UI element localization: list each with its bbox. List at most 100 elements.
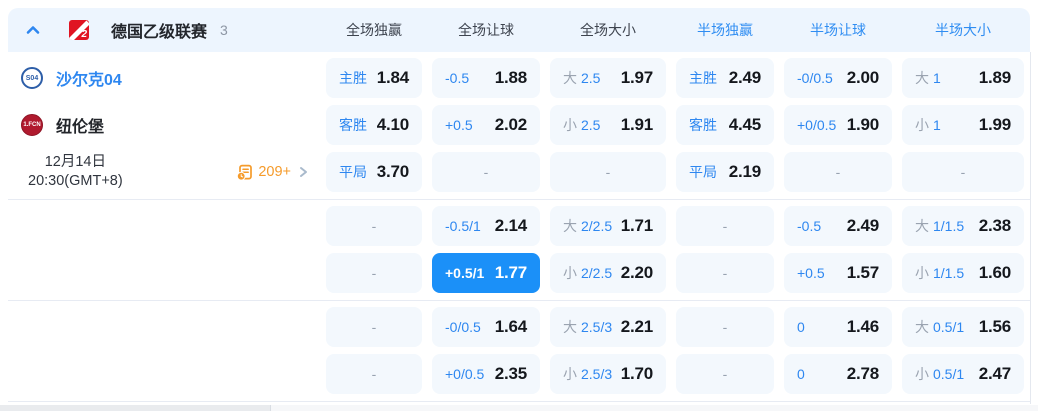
odds-value: 2.38: [978, 216, 1011, 235]
odds-group: - -0.5/1 2.14 大 2/2.5 1.71- -0.5 2.49 大 1/1.5 2.38…: [8, 200, 1030, 300]
away-team-name[interactable]: 纽伦堡: [56, 113, 104, 137]
odds-value: 2.49: [728, 68, 761, 87]
odds-cell[interactable]: 0 2.78: [784, 354, 892, 394]
odds-cell[interactable]: -0.5 1.88: [432, 58, 540, 98]
odds-value: 2.20: [620, 263, 653, 282]
odds-cell[interactable]: 大 1 1.89: [902, 58, 1024, 98]
odds-cell[interactable]: -0/0.5 1.64: [432, 307, 540, 347]
odds-value: 1.77: [494, 263, 527, 282]
odds-cell[interactable]: -0.5/1 2.14: [432, 206, 540, 246]
odds-value: 1.71: [620, 216, 653, 235]
odds-value: 1.97: [620, 68, 653, 87]
odds-value: 1.60: [978, 263, 1011, 282]
odds-label: 平局: [339, 164, 367, 180]
odds-label: 平局: [689, 164, 717, 180]
odds-cell[interactable]: 大 2/2.5 1.71: [550, 206, 666, 246]
match-datetime: 12月14日 20:30(GMT+8): [28, 153, 123, 191]
odds-value: 2.21: [620, 317, 653, 336]
match-info-cell: [8, 206, 316, 246]
odds-label: 客胜: [339, 117, 367, 133]
odds-label: +0.5/1: [445, 265, 485, 281]
odds-value: 1.90: [846, 115, 879, 134]
odds-cell[interactable]: -0.5 2.49: [784, 206, 892, 246]
column-header-full-handicap: 全场让球: [458, 22, 514, 38]
over-under-prefix: 小: [563, 117, 577, 133]
column-header-half-1x2: 半场独赢: [697, 22, 753, 38]
odds-cell[interactable]: 主胜 1.84: [326, 58, 422, 98]
odds-cell: -: [676, 354, 774, 394]
odds-cell[interactable]: 大 2.5 1.97: [550, 58, 666, 98]
over-under-prefix: 大: [563, 218, 577, 234]
odds-placeholder: -: [722, 319, 728, 335]
over-under-prefix: 大: [915, 70, 929, 86]
odds-cell[interactable]: 小 2.5 1.91: [550, 105, 666, 145]
odds-cell[interactable]: 客胜 4.10: [326, 105, 422, 145]
odds-placeholder: -: [722, 366, 728, 382]
odds-cell[interactable]: 平局 3.70: [326, 152, 422, 192]
odds-cell[interactable]: +0/0.5 2.35: [432, 354, 540, 394]
collapse-button[interactable]: [21, 18, 45, 42]
odds-value: 4.10: [376, 115, 409, 134]
over-under-prefix: 小: [915, 117, 929, 133]
odds-value: 1.89: [978, 68, 1011, 87]
odds-cell[interactable]: 小 1/1.5 1.60: [902, 253, 1024, 293]
match-info-cell: 12月14日 20:30(GMT+8) 209+: [8, 152, 316, 192]
odds-value: 2.78: [846, 364, 879, 383]
odds-placeholder: -: [722, 265, 728, 281]
odds-cell[interactable]: 客胜 4.45: [676, 105, 774, 145]
odds-value: 2.47: [978, 364, 1011, 383]
next-section-left-edge: [0, 405, 271, 411]
over-under-line: 2.5/3: [581, 366, 613, 382]
odds-cell[interactable]: +0.5 2.02: [432, 105, 540, 145]
odds-value: 1.84: [376, 68, 409, 87]
odds-cell-selected[interactable]: +0.5/1 1.77: [432, 253, 540, 293]
league-header: 2 德国乙级联赛 3 全场独赢 全场让球 全场大小 半场独赢 半场让球 半场大小: [8, 8, 1030, 52]
odds-row: - +0.5/1 1.77 小 2/2.5 2.20- +0.5 1.57 小 1/1.5 1.60: [8, 253, 1030, 293]
over-under-prefix: 小: [563, 265, 577, 281]
over-under-prefix: 大: [915, 218, 929, 234]
over-under-line: 2.5: [581, 117, 601, 133]
odds-label: 客胜: [689, 117, 717, 133]
odds-cell[interactable]: +0.5 1.57: [784, 253, 892, 293]
odds-label: 0: [797, 319, 805, 335]
odds-value: 2.14: [494, 216, 527, 235]
odds-placeholder: -: [371, 218, 377, 234]
odds-cell: -: [326, 206, 422, 246]
odds-cell[interactable]: 大 0.5/1 1.56: [902, 307, 1024, 347]
odds-value: 4.45: [728, 115, 761, 134]
odds-cell[interactable]: -0/0.5 2.00: [784, 58, 892, 98]
over-under-line: 1/1.5: [933, 265, 965, 281]
odds-value: 1.46: [846, 317, 879, 336]
odds-cell[interactable]: 0 1.46: [784, 307, 892, 347]
group-divider: [8, 401, 1030, 402]
odds-cell: -: [432, 152, 540, 192]
over-under-line: 2.5/3: [581, 319, 613, 335]
odds-value: 3.70: [376, 162, 409, 181]
odds-cell[interactable]: 平局 2.19: [676, 152, 774, 192]
match-info-cell: [8, 253, 316, 293]
match-info-cell: 1.FCN 纽伦堡: [8, 105, 316, 145]
odds-cell[interactable]: +0/0.5 1.90: [784, 105, 892, 145]
odds-cell[interactable]: 主胜 2.49: [676, 58, 774, 98]
chevron-right-icon: [300, 167, 307, 177]
over-under-prefix: 小: [915, 265, 929, 281]
over-under-line: 2.5: [581, 70, 601, 86]
home-team-name[interactable]: 沙尔克04: [56, 66, 122, 90]
odds-cell[interactable]: 小 2/2.5 2.20: [550, 253, 666, 293]
odds-placeholder: -: [835, 164, 841, 180]
odds-label: 主胜: [339, 70, 367, 86]
more-markets-count: 209+: [258, 164, 291, 180]
odds-cell[interactable]: 大 1/1.5 2.38: [902, 206, 1024, 246]
odds-label: -0.5: [445, 70, 470, 86]
chevron-up-icon: [26, 26, 40, 34]
odds-cell[interactable]: 小 1 1.99: [902, 105, 1024, 145]
odds-cell[interactable]: 小 2.5/3 1.70: [550, 354, 666, 394]
odds-placeholder: -: [483, 164, 489, 180]
odds-label: +0.5: [797, 265, 825, 281]
column-header-half-overunder: 半场大小: [935, 22, 991, 38]
odds-cell[interactable]: 小 0.5/1 2.47: [902, 354, 1024, 394]
over-under-line: 2/2.5: [581, 265, 613, 281]
odds-cell[interactable]: 大 2.5/3 2.21: [550, 307, 666, 347]
betting-page: 2 德国乙级联赛 3 全场独赢 全场让球 全场大小 半场独赢 半场让球 半场大小…: [0, 0, 1038, 411]
more-markets-link[interactable]: 209+: [236, 164, 310, 181]
